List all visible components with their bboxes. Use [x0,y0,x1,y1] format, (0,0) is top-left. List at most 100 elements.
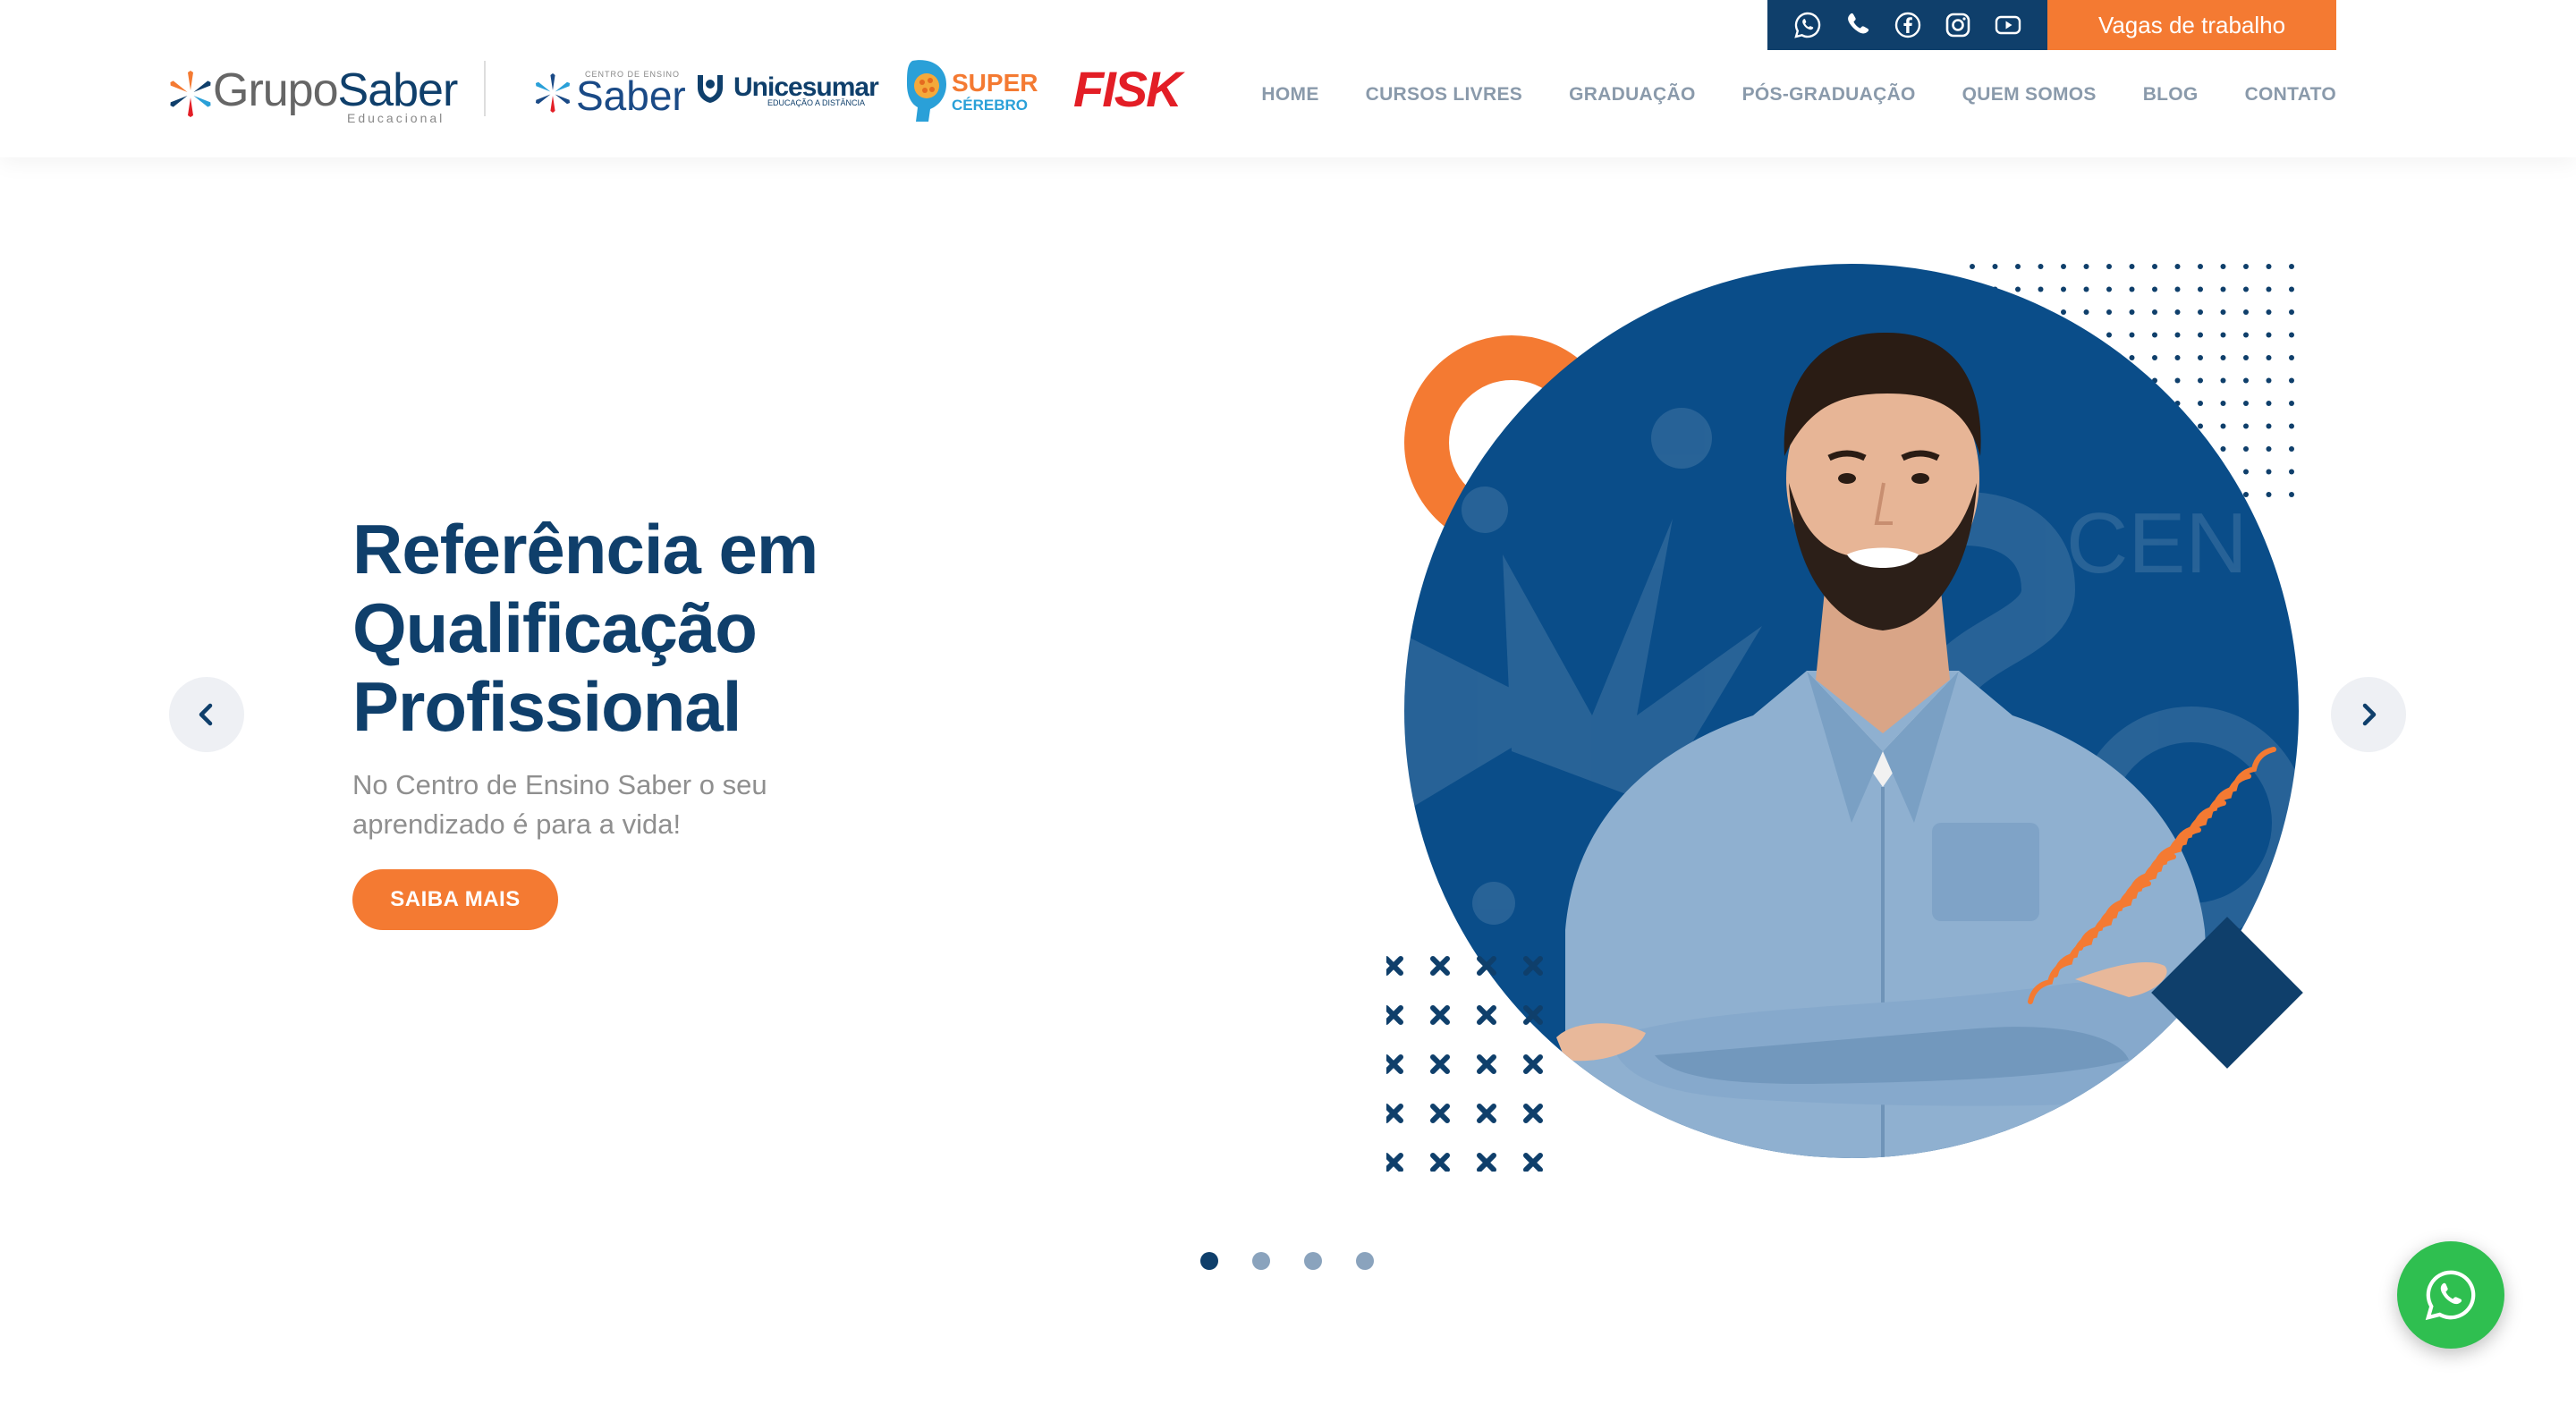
nav-item-contato[interactable]: CONTATO [2245,84,2336,106]
cross-mark [1523,1054,1543,1074]
whatsapp-icon [2425,1270,2476,1321]
slider-dot[interactable] [1304,1252,1322,1270]
dot-pattern-dot [2174,286,2181,292]
grupo-saber-logo[interactable]: GrupoSaber Educacional [170,63,458,125]
saber-snowflake-icon [535,73,571,113]
dot-pattern-dot [2266,286,2272,292]
dot-pattern-dot [2289,401,2294,406]
unicesumar-subtext: EDUCAÇÃO A DISTÂNCIA [767,98,866,107]
cross-mark [1430,1153,1450,1172]
social-links [1767,0,2047,50]
dot-pattern-dot [2289,469,2294,475]
dot-pattern-dot [2106,332,2112,338]
dot-pattern-dot [2220,446,2226,452]
hero-title-line: Referência em [352,510,818,588]
dot-pattern-dot [2061,264,2066,269]
dot-pattern-dot [2015,286,2021,292]
nav-item-blog[interactable]: BLOG [2143,84,2199,106]
slider-dot[interactable] [1200,1252,1218,1270]
dot-pattern-dot [2289,377,2294,384]
nav-item-graduacao[interactable]: GRADUAÇÃO [1569,84,1696,106]
dot-pattern-dot [2174,264,2181,269]
nav-item-home[interactable]: HOME [1261,84,1318,106]
dot-pattern-dot [2174,355,2181,360]
top-bar: Vagas de trabalho [1767,0,2336,50]
dot-pattern-dot [2220,286,2226,292]
dot-pattern-dot [2266,446,2272,452]
dot-pattern-dot [2220,309,2226,315]
dot-pattern-dot [2243,492,2249,497]
dot-pattern-dot [2129,309,2135,315]
dot-pattern-dot [2198,377,2203,384]
hero-title-line: Qualificação [352,588,758,667]
dot-pattern-dot [2174,332,2181,338]
dot-pattern-dot [2266,401,2272,406]
centro-de-ensino-saber-logo[interactable]: CENTRO DE ENSINO Saber [533,66,686,116]
dot-pattern-dot [2129,332,2135,338]
dot-pattern-dot [2220,264,2226,269]
dot-pattern-dot [2266,264,2272,269]
dot-pattern-dot [2106,264,2112,269]
dot-pattern-dot [2289,264,2294,269]
dot-pattern-dot [2038,286,2044,292]
slider-dot[interactable] [1356,1252,1374,1270]
dot-pattern-dot [1970,264,1975,269]
dot-pattern-dot [1992,264,1998,269]
whatsapp-float-button[interactable] [2397,1241,2504,1349]
brand-tagline: Educacional [347,111,445,125]
cross-mark [1523,1104,1543,1123]
dot-pattern-dot [2289,309,2294,315]
cross-mark [1430,956,1450,976]
instagram-icon[interactable] [1944,11,1972,39]
dot-pattern-dot [2152,309,2157,315]
cerebro-text: CÉREBRO [952,96,1029,114]
nav-item-quem-somos[interactable]: QUEM SOMOS [1962,84,2097,106]
cross-mark [1430,1005,1450,1025]
dot-pattern-dot [2289,446,2294,452]
dot-pattern-dot [2220,423,2226,429]
unicesumar-shield-icon [698,75,723,103]
dot-pattern-dot [2106,286,2112,292]
jobs-button[interactable]: Vagas de trabalho [2047,0,2336,50]
dot-pattern-dot [2243,309,2249,315]
dot-pattern-dot [2243,377,2249,384]
cross-mark [1430,1104,1450,1123]
saber-logo-text: Saber [576,72,686,119]
saber-logo-small-text: CENTRO DE ENSINO [585,70,681,79]
dot-pattern-dot [2129,264,2135,269]
dot-pattern-dot [2152,286,2157,292]
hero-subtitle: No Centro de Ensino Saber o seu aprendiz… [352,769,767,840]
unicesumar-logo[interactable]: Unicesumar EDUCAÇÃO A DISTÂNCIA [692,70,879,107]
cross-mark [1386,956,1403,976]
fisk-logo[interactable]: FISK [1073,64,1182,114]
slider-next-button[interactable] [2331,677,2406,752]
slider-prev-button[interactable] [169,677,244,752]
hero-artwork: CEN [1386,264,2303,1172]
site-header: Vagas de trabalho GrupoSaber Educacional [0,0,2576,157]
dot-pattern-dot [2289,423,2294,429]
dot-pattern-dot [2198,401,2203,406]
phone-icon[interactable] [1843,11,1872,39]
dot-pattern-dot [2129,286,2135,292]
cross-mark [1523,1153,1543,1172]
dot-pattern-dot [2289,286,2294,292]
super-cerebro-logo[interactable]: SUPER CÉREBRO [903,57,1038,125]
dot-pattern-dot [2266,469,2272,475]
nav-item-cursos-livres[interactable]: CURSOS LIVRES [1366,84,1522,106]
main-nav: HOME CURSOS LIVRES GRADUAÇÃO PÓS-GRADUAÇ… [1261,84,2336,106]
dot-pattern-dot [2220,377,2226,384]
nav-item-pos-graduacao[interactable]: PÓS-GRADUAÇÃO [1742,84,1916,106]
dot-pattern-dot [2266,309,2272,315]
cross-mark [1477,1054,1496,1074]
dot-pattern-dot [2198,264,2203,269]
dot-pattern-dot [2198,355,2203,360]
slider-dot[interactable] [1252,1252,1270,1270]
youtube-icon[interactable] [1994,11,2022,39]
cross-mark [1477,1005,1496,1025]
whatsapp-icon[interactable] [1793,11,1822,39]
saiba-mais-button[interactable]: SAIBA MAIS [352,869,558,930]
dot-pattern-dot [2220,355,2226,360]
snowflake-logo-icon [170,71,211,117]
facebook-icon[interactable] [1894,11,1922,39]
page: Vagas de trabalho GrupoSaber Educacional [0,0,2576,1413]
